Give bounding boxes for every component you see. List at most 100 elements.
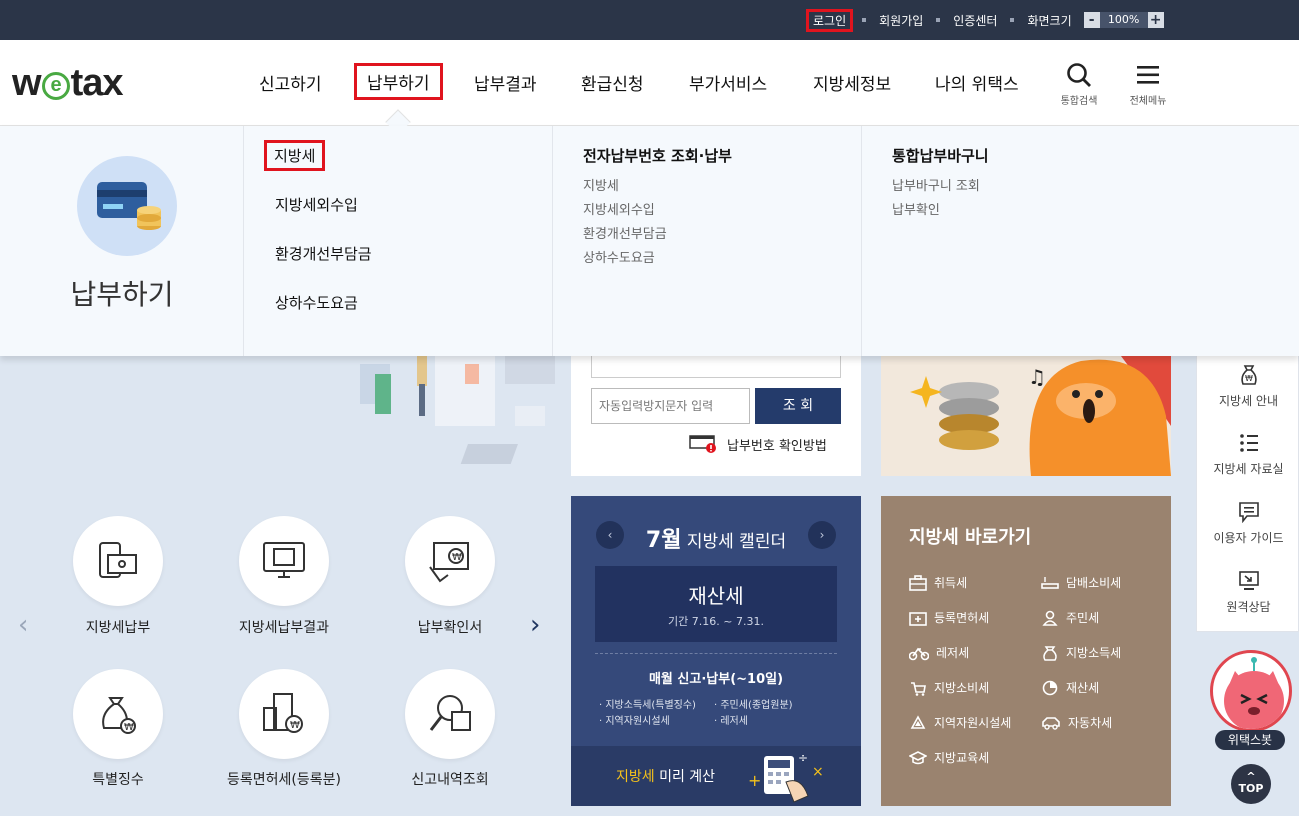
shortcut-local-consumption-tax[interactable]: 지방소비세: [909, 679, 989, 696]
gnb-local-tax-info[interactable]: 지방세정보: [813, 70, 891, 95]
shortcut-registration-tax[interactable]: 등록면허세: [909, 609, 989, 626]
menu-local-tax[interactable]: 지방세: [264, 140, 326, 171]
epay-water[interactable]: 상하수도요금: [583, 247, 655, 266]
shortcut-local-income-tax[interactable]: 지방소득세: [1041, 644, 1121, 661]
shortcut-tobacco-tax[interactable]: 담배소비세: [1041, 574, 1121, 591]
all-menu-button[interactable]: 전체메뉴: [1118, 62, 1178, 107]
certificate-won-icon: ₩: [429, 542, 469, 583]
tax-calculator-label: 지방세 미리 계산: [616, 766, 715, 786]
calendar-title-text: 지방세 캘린더: [686, 532, 787, 552]
monthly-item: · 지역자원시설세: [599, 716, 670, 727]
side-local-tax-library[interactable]: 지방세 자료실: [1197, 432, 1299, 477]
local-tax-calendar: ‹ 7월 지방세 캘린더 › 재산세 기간 7.16. ~ 7.31. 매월 신…: [571, 496, 861, 806]
promo-banner[interactable]: ♫: [881, 356, 1171, 476]
separator-dot: [1010, 18, 1015, 22]
wetax-logo[interactable]: w e tax: [12, 62, 123, 105]
zoom-out-button[interactable]: -: [1083, 12, 1100, 28]
side-local-tax-guide[interactable]: ₩ 지방세 안내: [1197, 364, 1299, 409]
bicycle-icon: [909, 647, 929, 660]
basket-confirm[interactable]: 납부확인: [892, 199, 940, 218]
monthly-item: · 레저세: [714, 716, 748, 727]
scroll-top-button[interactable]: ^ TOP: [1231, 764, 1271, 804]
shortcut-acquisition-tax[interactable]: 취득세: [909, 574, 967, 591]
logo-e: e: [41, 72, 70, 100]
quick-report-history[interactable]: [405, 669, 495, 759]
gnb-report[interactable]: 신고하기: [259, 70, 322, 95]
wetax-bot-mascot-icon: [1224, 657, 1284, 729]
quick-prev-arrow[interactable]: ‹: [18, 610, 28, 640]
quick-payment-certificate-label: 납부확인서: [417, 620, 483, 636]
calendar-featured-tax[interactable]: 재산세 기간 7.16. ~ 7.31.: [595, 566, 837, 642]
shortcut-label: 지방소비세: [934, 681, 990, 695]
building-won-icon: ₩: [263, 693, 303, 733]
money-bag-icon: ₩: [102, 697, 136, 734]
shortcut-label: 등록면허세: [934, 611, 990, 625]
all-menu-label: 전체메뉴: [1129, 96, 1167, 107]
menu-water-bill[interactable]: 상하수도요금: [275, 292, 358, 313]
gnb-my-wetax[interactable]: 나의 위택스: [935, 70, 1019, 95]
cert-center-link[interactable]: 인증센터: [949, 12, 1001, 29]
speech-bubble-icon: [1238, 502, 1259, 523]
quick-special-collection[interactable]: ₩: [73, 669, 163, 759]
side-remote-support[interactable]: 원격상담: [1197, 570, 1299, 615]
top-utility-bar: 로그인 회원가입 인증센터 화면크기 - 100% +: [0, 0, 1299, 40]
quick-report-history-label: 신고내역조회: [411, 772, 489, 788]
login-link[interactable]: 로그인: [806, 8, 854, 32]
captcha-input[interactable]: 자동입력방지문자 입력: [591, 388, 750, 424]
signup-link[interactable]: 회원가입: [875, 12, 927, 29]
payment-card-coin-icon: [77, 156, 177, 256]
shortcut-regional-resource-tax[interactable]: 지역자원시설세: [909, 714, 1011, 731]
zoom-value: 100%: [1099, 12, 1148, 28]
calendar-next-button[interactable]: ›: [808, 521, 836, 549]
shortcut-vehicle-tax[interactable]: 자동차세: [1041, 714, 1112, 731]
lookup-submit-button[interactable]: 조 회: [755, 388, 841, 424]
menu-non-tax-revenue[interactable]: 지방세외수입: [275, 194, 358, 215]
shortcut-label: 지역자원시설세: [934, 716, 1012, 730]
tax-calculator-link[interactable]: 지방세 미리 계산 + ÷ ×: [571, 746, 861, 806]
epay-heading[interactable]: 전자납부번호 조회·납부: [583, 145, 732, 166]
shortcut-label: 담배소비세: [1066, 576, 1122, 590]
shortcut-property-tax[interactable]: 재산세: [1041, 679, 1099, 696]
gnb-refund[interactable]: 환급신청: [581, 70, 644, 95]
basket-view[interactable]: 납부바구니 조회: [892, 175, 980, 194]
zoom-control: - 100% +: [1083, 12, 1164, 28]
menu-environment-charge[interactable]: 환경개선부담금: [275, 243, 372, 264]
shortcut-local-education-tax[interactable]: 지방교육세: [909, 749, 989, 766]
search-button[interactable]: 통합검색: [1049, 62, 1109, 107]
svg-text:₩: ₩: [1245, 374, 1253, 383]
separator-dot: [936, 18, 941, 22]
mega-menu-side: 납부하기: [0, 126, 244, 356]
shortcut-label: 주민세: [1066, 611, 1100, 625]
list-icon: [1239, 434, 1258, 452]
quick-special-collection-label: 특별징수: [92, 772, 144, 788]
epay-environment[interactable]: 환경개선부담금: [583, 223, 667, 242]
epay-local-tax[interactable]: 지방세: [583, 175, 619, 194]
search-label: 통합검색: [1060, 96, 1098, 107]
gnb-payment-result[interactable]: 납부결과: [474, 70, 537, 95]
logo-w: w: [12, 62, 42, 104]
shortcut-label: 취득세: [934, 576, 968, 590]
gnb-extra-services[interactable]: 부가서비스: [689, 70, 767, 95]
calc-highlight: 지방세: [616, 769, 655, 785]
search-icon: [1067, 63, 1091, 87]
quick-registration-license-tax[interactable]: ₩: [239, 669, 329, 759]
monthly-item-label: 지역자원시설세: [605, 716, 670, 727]
payment-number-help-link[interactable]: 납부번호 확인방법: [689, 433, 827, 455]
person-icon: [1042, 610, 1058, 626]
gnb-payment[interactable]: 납부하기: [354, 63, 443, 100]
wetax-bot-button[interactable]: [1210, 650, 1292, 732]
quick-payment-certificate[interactable]: ₩: [405, 516, 495, 606]
shortcut-leisure-tax[interactable]: 레저세: [909, 644, 969, 661]
quick-local-tax-payment[interactable]: [73, 516, 163, 606]
wetax-bot-label: 위택스봇: [1215, 730, 1285, 750]
recycle-icon: [910, 714, 926, 729]
epay-non-tax[interactable]: 지방세외수입: [583, 199, 655, 218]
payment-number-field[interactable]: [591, 356, 841, 378]
cigarette-icon: [1041, 576, 1059, 589]
shortcut-resident-tax[interactable]: 주민세: [1041, 609, 1099, 626]
basket-heading[interactable]: 통합납부바구니: [892, 145, 989, 166]
quick-payment-result[interactable]: [239, 516, 329, 606]
briefcase-icon: [909, 574, 927, 591]
side-user-guide[interactable]: 이용자 가이드: [1197, 501, 1299, 546]
zoom-in-button[interactable]: +: [1147, 12, 1164, 28]
